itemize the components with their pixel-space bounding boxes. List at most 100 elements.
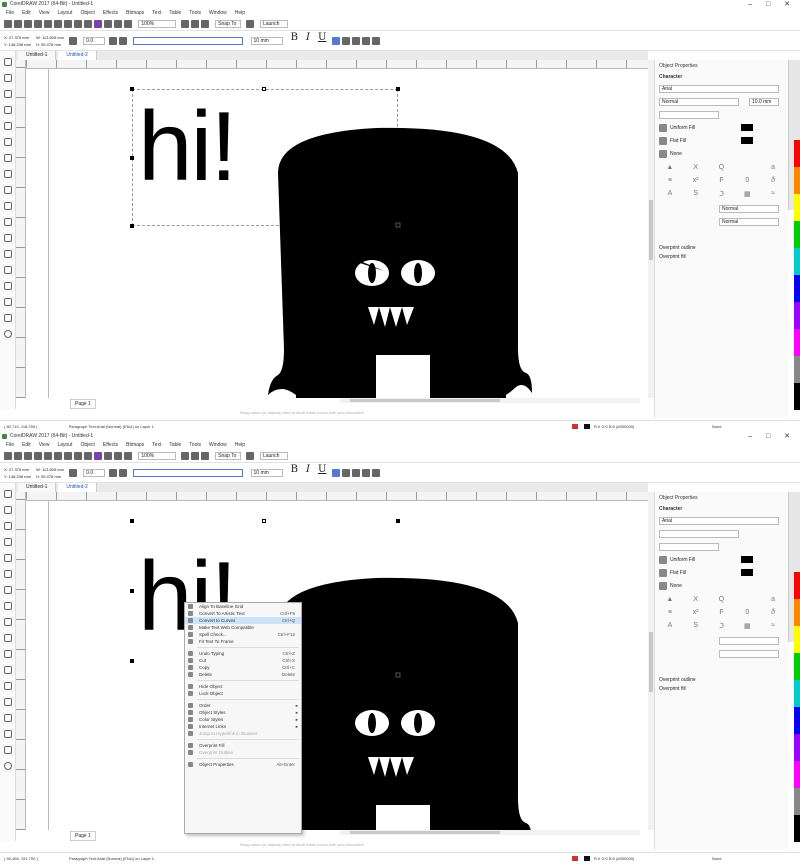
paste-icon[interactable] — [64, 452, 72, 460]
vertical-ruler[interactable] — [16, 60, 26, 398]
interactive-fill-tool-icon[interactable] — [3, 729, 13, 739]
docker-fill2[interactable]: Flat Fill — [670, 138, 686, 144]
rotation-field[interactable]: 0.0 — [83, 37, 106, 45]
x-field[interactable]: X: 27.375 mm — [4, 35, 29, 40]
menu-bitmaps[interactable]: Bitmaps — [126, 10, 144, 16]
context-menu-item[interactable]: Internet Links ▸ — [185, 723, 301, 730]
docker-normal2[interactable]: Normal — [719, 218, 779, 226]
mirror-v-icon[interactable] — [119, 37, 128, 45]
bullet-list-icon[interactable] — [341, 37, 350, 45]
docker-font-field[interactable]: Arial — [659, 85, 779, 93]
rulers-icon[interactable] — [190, 20, 199, 28]
tab-untitled-2[interactable]: Untitled-2 — [58, 483, 97, 492]
text-option-icon[interactable]: x² — [685, 609, 707, 618]
mirror-icon[interactable] — [109, 37, 118, 45]
docker-fill2[interactable]: Flat Fill — [670, 570, 686, 576]
text-option-icon[interactable]: ð — [762, 609, 784, 618]
text-option-icon[interactable]: ▲ — [659, 596, 681, 605]
docker-normal1[interactable]: Normal — [719, 205, 779, 213]
pick-tool-icon[interactable] — [3, 57, 13, 67]
text-option-icon[interactable]: ℑ — [711, 190, 733, 199]
numbered-list-icon[interactable] — [351, 469, 360, 477]
text-option-icon[interactable]: Q — [711, 596, 733, 605]
freehand-tool-icon[interactable] — [3, 553, 13, 563]
context-menu-item[interactable]: Spell Check... Ctrl+F12 — [185, 631, 301, 638]
docker-normal2[interactable] — [719, 650, 779, 658]
text-option-icon[interactable]: a — [762, 164, 784, 173]
selection-handle-tr[interactable] — [396, 519, 400, 523]
import-icon[interactable] — [104, 452, 112, 460]
text-frame-icon[interactable] — [371, 37, 380, 45]
tab-untitled-1[interactable]: Untitled-1 — [18, 483, 57, 492]
text-option-icon[interactable] — [736, 596, 758, 605]
drop-shadow-tool-icon[interactable] — [3, 681, 13, 691]
undo-icon[interactable] — [74, 20, 82, 28]
open-icon[interactable] — [14, 20, 22, 28]
crop-tool-icon[interactable] — [3, 89, 13, 99]
selection-handle-tr[interactable] — [396, 87, 400, 91]
context-menu-item[interactable]: Convert to Curves Ctrl+Q — [185, 617, 301, 624]
menu-view[interactable]: View — [39, 442, 50, 448]
context-menu-item[interactable]: Object Properties Alt+Enter — [185, 761, 301, 768]
color-palette[interactable] — [794, 572, 800, 842]
selection-handle-bl[interactable] — [130, 224, 134, 228]
fill-swatch[interactable] — [741, 556, 753, 563]
export-icon[interactable] — [114, 452, 122, 460]
pick-tool-icon[interactable] — [3, 489, 13, 499]
italic-button[interactable]: I — [306, 33, 310, 43]
text-option-icon[interactable]: ≡ — [659, 609, 681, 618]
options-gear-icon[interactable] — [245, 20, 254, 28]
full-screen-icon[interactable] — [180, 20, 189, 28]
copy-icon[interactable] — [54, 452, 62, 460]
new-icon[interactable] — [4, 452, 12, 460]
window-controls[interactable]: – □ ✕ — [748, 432, 796, 441]
page-navigator[interactable]: Page 1 — [30, 399, 330, 409]
selection-handle-tm[interactable] — [262, 519, 266, 523]
menu-text[interactable]: Text — [152, 10, 161, 16]
context-menu-item[interactable]: Fit Text To Frame — [185, 638, 301, 645]
cut-icon[interactable] — [44, 20, 52, 28]
ellipse-tool-icon[interactable] — [3, 169, 13, 179]
horizontal-scrollbar[interactable] — [340, 398, 640, 403]
menu-effects[interactable]: Effects — [103, 442, 118, 448]
lock-ratio-icon[interactable] — [69, 469, 78, 477]
selection-handle-ml[interactable] — [130, 589, 134, 593]
docker-font-field[interactable]: Arial — [659, 517, 779, 525]
text-option-icon[interactable]: ▦ — [736, 190, 758, 199]
fill-swatch[interactable] — [741, 124, 753, 131]
font-size-field[interactable]: 10 mm — [250, 469, 283, 477]
text-option-icon[interactable]: 0 — [736, 609, 758, 618]
undo-icon[interactable] — [74, 452, 82, 460]
freehand-tool-icon[interactable] — [3, 121, 13, 131]
menu-view[interactable]: View — [39, 10, 50, 16]
zoom-level-field[interactable]: 100% — [138, 452, 177, 460]
print-icon[interactable] — [34, 20, 42, 28]
text-option-icon[interactable]: ≈ — [762, 190, 784, 199]
parallel-dimension-tool-icon[interactable] — [3, 217, 13, 227]
import-icon[interactable] — [104, 20, 112, 28]
horizontal-ruler[interactable] — [26, 492, 648, 501]
drop-shadow-tool-icon[interactable] — [3, 249, 13, 259]
selection-handle-tl[interactable] — [130, 519, 134, 523]
size-fields[interactable]: W: 113.609 mm H: 55.078 mm — [36, 466, 64, 480]
text-option-icon[interactable]: x² — [685, 177, 707, 186]
eyedropper-tool-icon[interactable] — [3, 713, 13, 723]
text-option-icon[interactable]: ▦ — [736, 622, 758, 631]
bullet-list-icon[interactable] — [341, 469, 350, 477]
monster-illustration[interactable] — [256, 123, 556, 398]
docker-overprint-fill[interactable]: Overprint fill — [659, 254, 686, 260]
copy-icon[interactable] — [54, 20, 62, 28]
open-icon[interactable] — [14, 452, 22, 460]
text-align-icon[interactable] — [331, 469, 340, 477]
horizontal-scrollbar[interactable] — [340, 830, 640, 835]
position-fields[interactable]: X: 27.375 mm Y: 148.238 mm — [4, 466, 31, 480]
character-formatting-icon[interactable] — [361, 469, 370, 477]
redo-icon[interactable] — [84, 20, 92, 28]
grid-icon[interactable] — [200, 20, 209, 28]
search-content-icon[interactable] — [94, 452, 102, 460]
font-size-field[interactable]: 10 mm — [250, 37, 283, 45]
publish-pdf-icon[interactable] — [124, 452, 132, 460]
context-menu-item[interactable]: Color Styles ▸ — [185, 716, 301, 723]
docker-kerning-field[interactable] — [659, 543, 719, 551]
menu-object[interactable]: Object — [80, 10, 94, 16]
